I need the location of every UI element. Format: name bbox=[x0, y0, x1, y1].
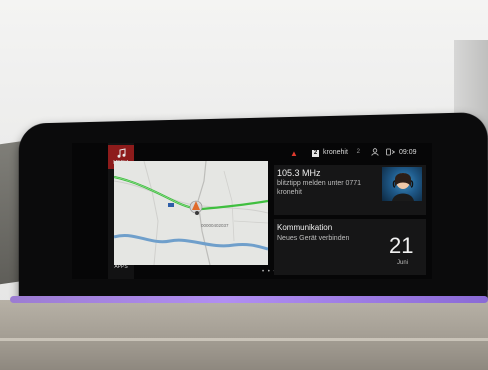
map-drawing bbox=[114, 161, 268, 265]
media-tile[interactable]: 105.3 MHz blitztipp melden unter 0771 kr… bbox=[274, 165, 426, 215]
dashboard-trim bbox=[0, 300, 488, 370]
map-position-label: 00000402037 bbox=[201, 223, 229, 228]
communication-tile[interactable]: Kommunikation Neues Gerät verbinden 21 J… bbox=[274, 219, 426, 275]
connected-phone-icon[interactable] bbox=[386, 148, 395, 156]
ambient-light-strip bbox=[10, 296, 488, 303]
up-arrow-icon[interactable]: ▲ bbox=[290, 150, 298, 158]
calendar-month: Juni bbox=[397, 260, 409, 266]
user-icon[interactable] bbox=[371, 148, 379, 156]
comm-subtitle[interactable]: Neues Gerät verbinden bbox=[277, 235, 349, 242]
calendar-day: 21 bbox=[389, 233, 414, 258]
infotainment-display: ▲ 2 kronehit 2 09:09 MEDIA bbox=[72, 143, 432, 279]
navigation-map[interactable]: 00000402037 bbox=[114, 161, 268, 265]
comm-title: Kommunikation bbox=[277, 223, 333, 232]
trim-highlight bbox=[0, 338, 488, 341]
car-interior-photo: ▲ 2 kronehit 2 09:09 MEDIA bbox=[0, 0, 488, 370]
radio-frequency: 105.3 MHz bbox=[277, 168, 321, 178]
artwork-person-icon bbox=[392, 173, 414, 201]
station-name: kronehit bbox=[323, 149, 348, 156]
preset-badge: 2 bbox=[312, 150, 319, 157]
music-note-icon bbox=[117, 148, 125, 158]
signal-indicator: 2 bbox=[355, 149, 361, 155]
station-artwork bbox=[382, 167, 422, 201]
radio-text-line-1: blitztipp melden unter 0771 bbox=[277, 180, 362, 187]
clock: 09:09 bbox=[399, 149, 417, 156]
radio-text-line-2: kronehit bbox=[277, 189, 302, 196]
